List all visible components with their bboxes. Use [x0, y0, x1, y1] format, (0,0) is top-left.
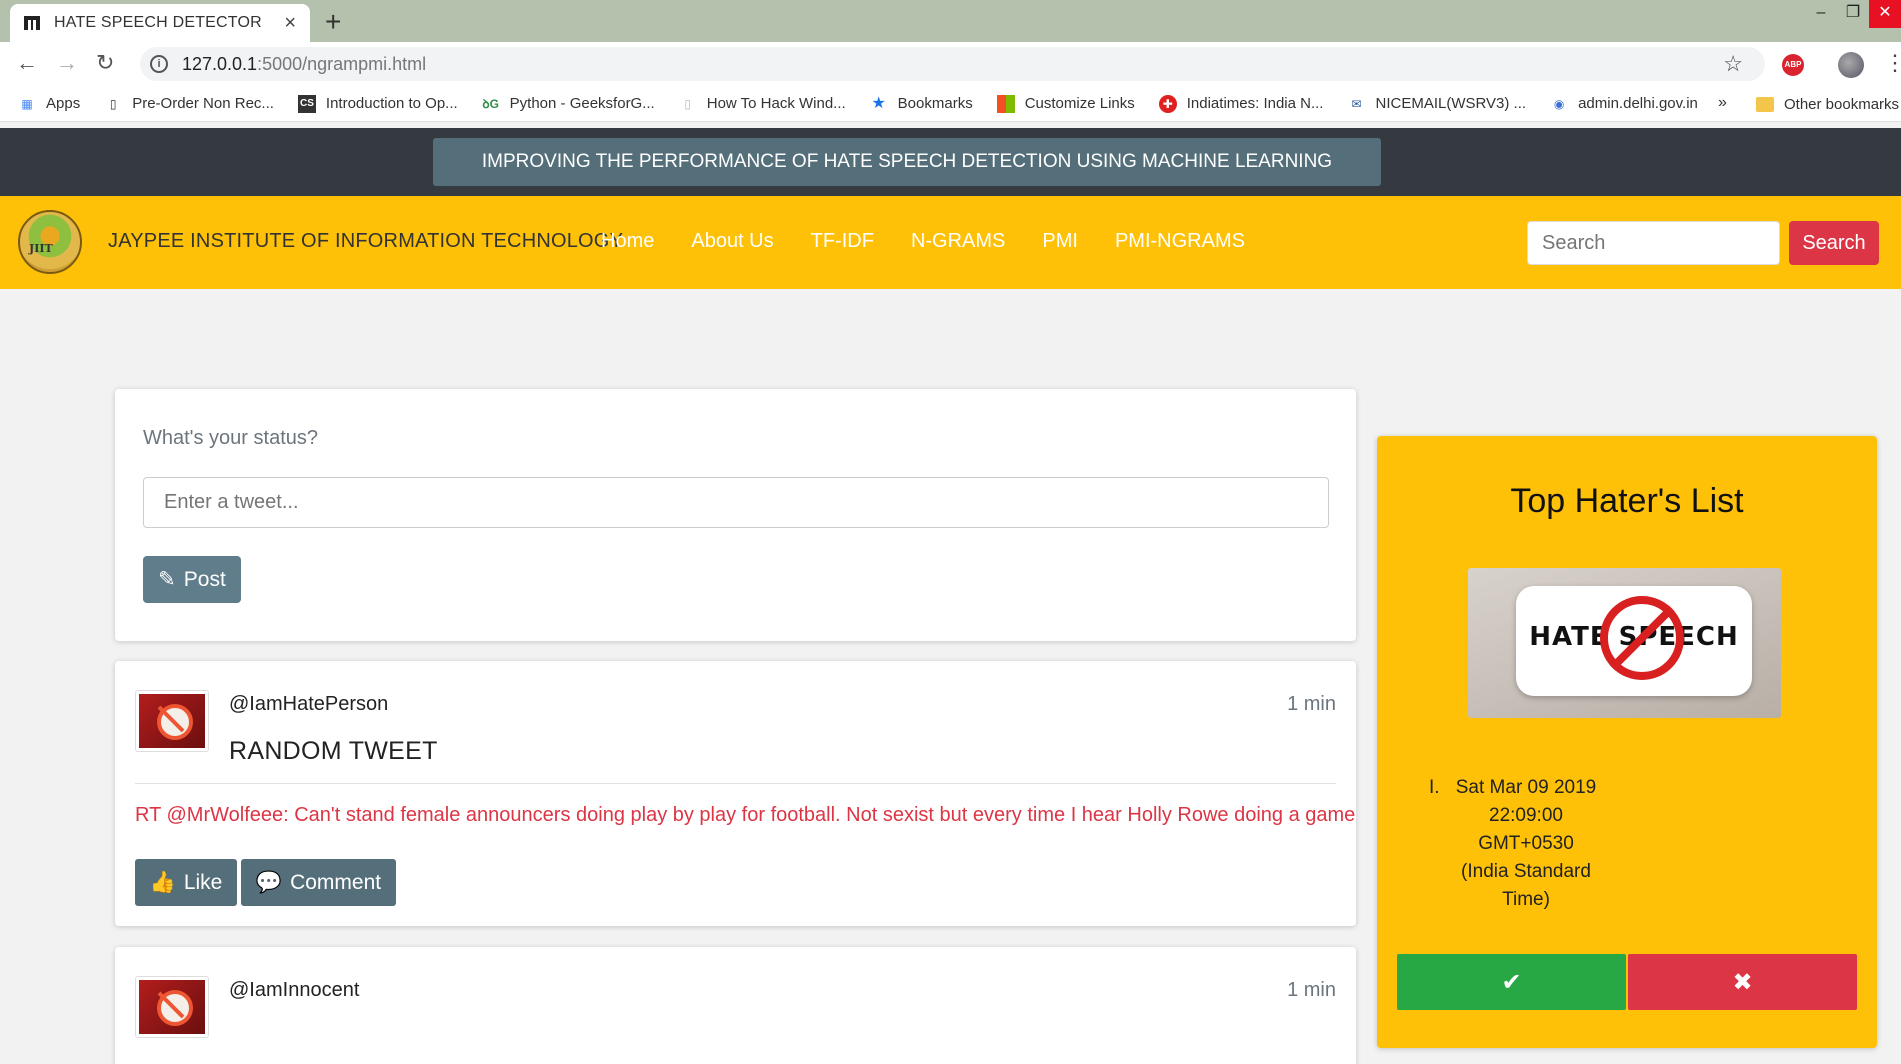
check-icon: ✔ [1501, 968, 1522, 996]
nav-pmi-ngrams[interactable]: PMI-NGRAMS [1115, 230, 1245, 253]
main-navbar: JIIT JAYPEE INSTITUTE OF INFORMATION TEC… [0, 196, 1901, 289]
page-icon: ▯ [684, 96, 692, 111]
tweet-time: 1 min [1287, 979, 1336, 1001]
site-favicon-icon [24, 16, 40, 30]
bookmark-customize-links[interactable]: Customize Links [996, 94, 1135, 113]
phone-illustration: HATE SPEECH [1516, 586, 1752, 696]
like-button[interactable]: 👍 Like [135, 859, 237, 906]
nav-home[interactable]: Home [601, 230, 654, 253]
tweet-text: RT @MrWolfeee: Can't stand female announ… [135, 804, 1356, 826]
adblock-plus-icon[interactable]: ABP [1782, 54, 1804, 76]
maximize-icon[interactable]: ❐ [1837, 0, 1869, 28]
nav-about-us[interactable]: About Us [691, 230, 773, 253]
window-controls: – ❐ ✕ [1805, 0, 1901, 28]
cs-icon: CS [297, 94, 316, 113]
nicemail-icon: ✉ [1351, 96, 1362, 111]
hate-ban-icon [139, 694, 205, 748]
site-info-icon[interactable]: i [150, 55, 168, 73]
status-label: What's your status? [143, 427, 318, 449]
apps-grid-icon: ▦ [21, 96, 33, 111]
logo-text: JIIT [29, 242, 53, 255]
tab-title: HATE SPEECH DETECTOR [54, 14, 262, 31]
tweet-handle[interactable]: @IamInnocent [229, 979, 359, 1002]
comment-bubble-icon: 💬 [255, 870, 283, 894]
browser-tab-strip: HATE SPEECH DETECTOR × + – ❐ ✕ [0, 0, 1901, 42]
profile-avatar[interactable] [1838, 52, 1864, 78]
bookmark-nicemail[interactable]: ✉ NICEMAIL(WSRV3) ... [1347, 95, 1526, 113]
nav-pmi[interactable]: PMI [1042, 230, 1078, 253]
new-tab-button[interactable]: + [325, 6, 341, 38]
hate-ban-icon [139, 980, 205, 1034]
tweet-divider [135, 783, 1336, 784]
tweet-time: 1 min [1287, 693, 1336, 715]
pencil-icon: ✎ [158, 568, 176, 591]
url-host: 127.0.0.1 [182, 53, 258, 74]
institute-name[interactable]: JAYPEE INSTITUTE OF INFORMATION TECHNOLO… [108, 230, 623, 253]
back-arrow-icon[interactable]: ← [16, 50, 38, 76]
cross-icon: ✖ [1732, 968, 1753, 996]
bookmark-bookmarks[interactable]: ★ Bookmarks [870, 95, 973, 113]
hate-speech-image: HATE SPEECH [1468, 568, 1781, 718]
list-item: Sat Mar 09 2019 22:09:00 GMT+0530 (India… [1455, 777, 1597, 910]
url-path: :5000/ngrampmi.html [257, 53, 427, 74]
status-card: What's your status? ✎Post [115, 389, 1356, 641]
forward-arrow-icon[interactable]: → [56, 50, 78, 76]
project-title-banner: IMPROVING THE PERFORMANCE OF HATE SPEECH… [433, 138, 1381, 220]
top-haters-panel: Top Hater's List HATE SPEECH I. Sat Mar … [1377, 436, 1877, 1048]
nav-links: Home About Us TF-IDF N-GRAMS PMI PMI-NGR… [601, 230, 1282, 253]
bookmarks-overflow-icon[interactable]: » [1718, 94, 1727, 112]
windows-icon [996, 94, 1015, 113]
bookmark-geeksforgeeks[interactable]: ꝺG Python - GeeksforG... [482, 95, 654, 113]
tweet-title: RANDOM TWEET [229, 737, 438, 765]
globe-icon: ◉ [1553, 96, 1565, 111]
post-button[interactable]: ✎ Post [143, 556, 241, 603]
browser-menu-icon[interactable]: ⋮ [1884, 50, 1901, 76]
tweet-card: @IamInnocent 1 min [115, 947, 1356, 1064]
window-close-icon[interactable]: ✕ [1869, 0, 1901, 28]
address-bar-row: ← → ↻ i 127.0.0.1:5000/ngrampmi.html ☆ A… [0, 42, 1901, 86]
folder-icon [1756, 96, 1774, 112]
bookmarks-bar: ▦ Apps ▯ Pre-Order Non Rec... CS Introducti… [0, 86, 1901, 122]
search-button[interactable]: Search [1789, 221, 1879, 265]
bookmark-hack-windows[interactable]: ▯ How To Hack Wind... [679, 95, 845, 113]
tweet-handle[interactable]: @IamHatePerson [229, 693, 388, 716]
indiatimes-icon: ✚ [1158, 94, 1177, 113]
other-bookmarks[interactable]: Other bookmarks [1756, 86, 1899, 121]
haters-list: I. Sat Mar 09 2019 22:09:00 GMT+0530 (In… [1429, 774, 1599, 914]
approve-button[interactable]: ✔ [1397, 954, 1626, 1010]
url-omnibox[interactable]: i 127.0.0.1:5000/ngrampmi.html ☆ [140, 47, 1765, 81]
bookmark-star-icon[interactable]: ☆ [1723, 51, 1743, 77]
reload-icon[interactable]: ↻ [96, 50, 114, 76]
ban-icon [1600, 596, 1684, 680]
bookmark-admin-delhi[interactable]: ◉ admin.delhi.gov.in [1550, 95, 1698, 113]
comment-button[interactable]: 💬 Comment [241, 859, 396, 906]
nav-tf-idf[interactable]: TF-IDF [811, 230, 874, 253]
tab-close-icon[interactable]: × [284, 12, 296, 35]
nav-n-grams[interactable]: N-GRAMS [911, 230, 1005, 253]
tweet-avatar [135, 976, 209, 1038]
top-banner: IMPROVING THE PERFORMANCE OF HATE SPEECH… [0, 128, 1901, 220]
bookmark-apps[interactable]: ▦ Apps [18, 95, 80, 113]
geeksforgeeks-icon: ꝺG [482, 96, 499, 111]
thumbs-up-icon: 👍 [149, 870, 176, 894]
bookmark-introduction[interactable]: CS Introduction to Op... [297, 94, 458, 113]
browser-tab[interactable]: HATE SPEECH DETECTOR × [10, 4, 310, 42]
bookmark-indiatimes[interactable]: ✚ Indiatimes: India N... [1158, 94, 1323, 113]
page-icon: ▯ [109, 96, 117, 111]
reject-button[interactable]: ✖ [1628, 954, 1857, 1010]
tweet-input[interactable] [143, 477, 1329, 528]
list-marker: I. [1429, 777, 1440, 798]
minimize-icon[interactable]: – [1805, 0, 1837, 28]
haters-title: Top Hater's List [1510, 482, 1744, 520]
tweet-avatar [135, 690, 209, 752]
bookmark-pre-order[interactable]: ▯ Pre-Order Non Rec... [104, 95, 274, 113]
search-input[interactable] [1527, 221, 1780, 265]
star-icon: ★ [871, 94, 886, 112]
tweet-card: @IamHatePerson 1 min RANDOM TWEET RT @Mr… [115, 661, 1356, 926]
